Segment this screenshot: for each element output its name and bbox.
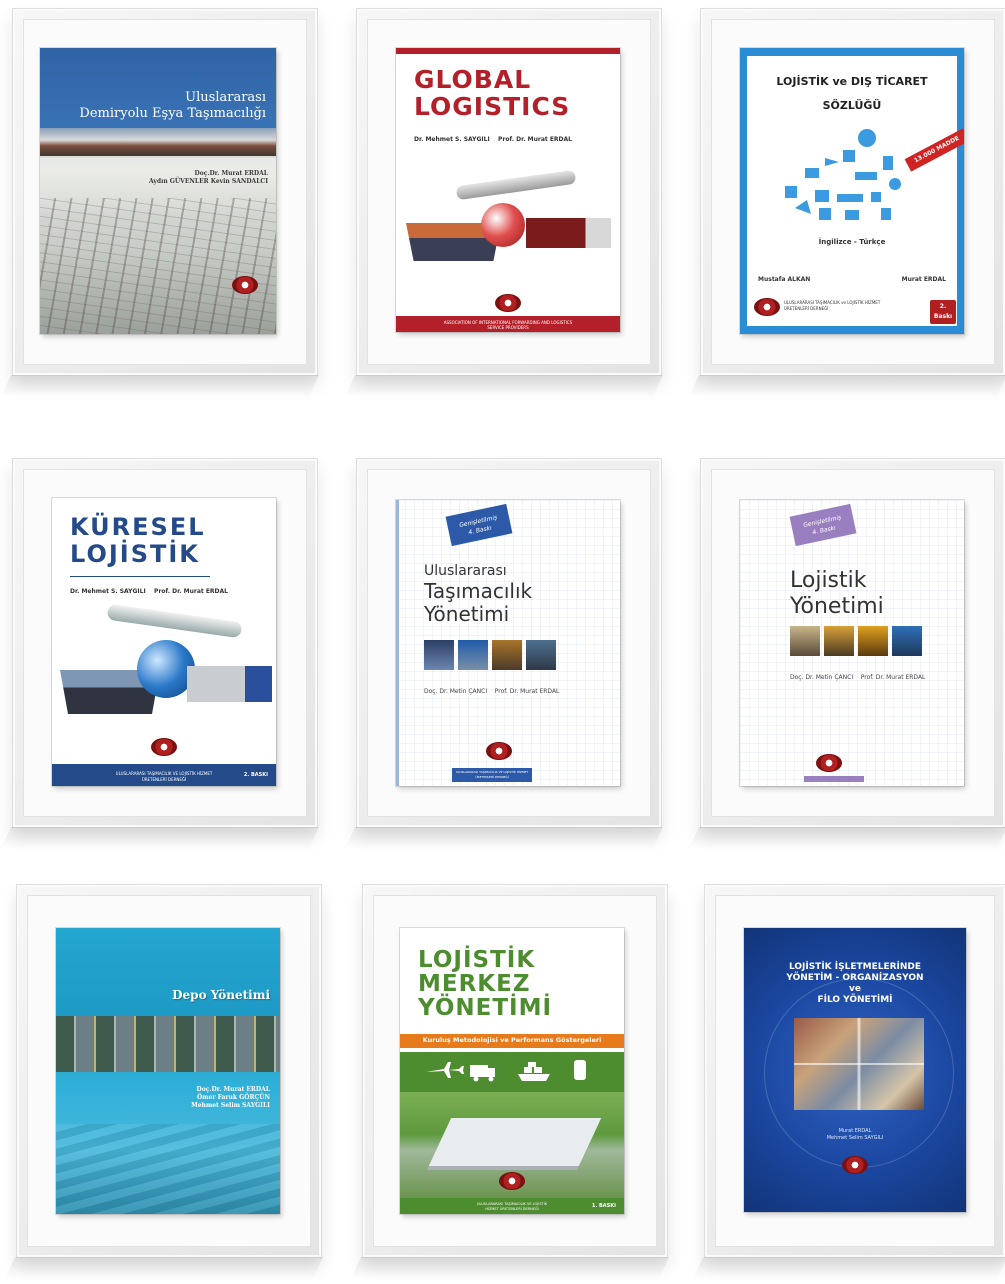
truck-image (526, 218, 611, 248)
book-title: GLOBAL LOGISTICS (414, 65, 571, 121)
book-publisher: ULUSLARARASI TAŞIMACILIK ve LOJİSTİK HİZ… (784, 300, 881, 311)
book-authors: Dr. Mehmet S. SAYGILI Prof. Dr. Murat ER… (70, 588, 229, 595)
edition-badge: 2. Baskı (930, 300, 956, 324)
book-cover-global-logistics[interactable]: GLOBAL LOGISTICS Dr. Mehmet S. SAYGILI P… (396, 48, 620, 332)
book-title: Uluslararası Demiryolu Eşya Taşımacılığı (79, 90, 266, 121)
ship-icon (518, 1074, 550, 1081)
photo-strip (790, 626, 922, 656)
book-cover-tasimacilik-yonetimi[interactable]: Genişletilmiş 4. Baskı Uluslararası Taşı… (396, 500, 620, 786)
airplane-icon (426, 1062, 464, 1078)
airplane-image (106, 603, 243, 639)
utikad-logo (499, 1172, 525, 1190)
utikad-logo (754, 298, 780, 316)
warehouse-floor-image (56, 1124, 280, 1214)
edition-label: 2. BASKI (243, 772, 268, 778)
truck-icon (470, 1065, 488, 1077)
warehouse-photo-strip (56, 1016, 280, 1072)
utikad-logo (232, 276, 258, 294)
edition-tag: Genişletilmiş 4. Baskı (789, 503, 857, 547)
warehouse-building-image (428, 1118, 602, 1166)
book-publisher: ULUSLARARASI TAŞIMACILIK VE LOJİSTİK HİZ… (476, 1202, 548, 1211)
book-footer: ASSOCIATION OF INTERNATIONAL FORWARDING … (443, 320, 573, 330)
book-title: Depo Yönetimi (172, 988, 270, 1002)
book-authors: Mustafa ALKAN Murat ERDAL (758, 276, 946, 283)
fleet-photo-collage (794, 1018, 924, 1110)
railway-tracks-photo (40, 198, 276, 334)
book-subtitle: Kuruluş Metodolojisi ve Performans Göste… (422, 1036, 602, 1044)
book-authors: Doç. Dr. Metin ÇANCI Prof. Dr. Murat ERD… (790, 674, 926, 681)
book-cover-lojistik-yonetimi[interactable]: Genişletilmiş 4. Baskı Lojistik Yönetimi… (740, 500, 964, 786)
book-cover-demiryolu[interactable]: Uluslararası Demiryolu Eşya Taşımacılığı… (40, 48, 276, 334)
utikad-logo (151, 738, 177, 756)
book-publisher: ULUSLARARASI TAŞIMACILIK VE LOJİSTİK HİZ… (452, 768, 532, 782)
book-authors: Doç.Dr. Murat ERDAL Aydın GÜVENLER Kevin… (148, 170, 268, 185)
book-title: KÜRESEL LOJİSTİK (70, 513, 206, 568)
book-cover-kuresel-lojistik[interactable]: KÜRESEL LOJİSTİK Dr. Mehmet S. SAYGILI P… (52, 498, 276, 786)
globe-image (481, 203, 525, 247)
photo-strip (424, 640, 556, 670)
book-subtitle: İngilizce - Türkçe (818, 238, 886, 246)
utikad-logo (486, 742, 512, 760)
book-title: LOJİSTİK MERKEZ YÖNETİMİ (418, 947, 553, 1021)
book-cover-lojistik-merkez[interactable]: LOJİSTİK MERKEZ YÖNETİMİ Kuruluş Metodol… (400, 928, 624, 1214)
book-title: Lojistik Yönetimi (790, 568, 884, 619)
logistics-icons-illustration (785, 129, 901, 220)
book-title: LOJİSTİK ve DIŞ TİCARET SÖZLÜĞÜ (776, 75, 928, 112)
train-photo (40, 128, 276, 158)
utikad-logo (816, 754, 842, 772)
utikad-logo (842, 1156, 868, 1174)
transport-icons-bar (400, 1052, 624, 1092)
book-authors: Doç.Dr. Murat ERDAL Ömer Faruk GÖRÇÜN Me… (191, 1086, 270, 1109)
book-title: Uluslararası Taşımacılık Yönetimi (424, 563, 533, 626)
train-icon (574, 1060, 586, 1080)
book-cover-filo-yonetimi[interactable]: LOJİSTİK İŞLETMELERİNDE YÖNETİM - ORGANİ… (744, 928, 966, 1212)
airplane-image (455, 169, 577, 201)
book-publisher: ULUSLARARASI TAŞIMACILIK VE LOJİSTİK HİZ… (115, 771, 213, 782)
book-cover-depo-yonetimi[interactable]: Depo Yönetimi Doç.Dr. Murat ERDAL Ömer F… (56, 928, 280, 1214)
book-cover-sozluk[interactable]: LOJİSTİK ve DIŞ TİCARET SÖZLÜĞÜ 13.000 M… (740, 48, 964, 334)
edition-label: 1. BASKI (591, 1203, 616, 1209)
book-authors: Doç. Dr. Metin ÇANCI Prof. Dr. Murat ERD… (424, 688, 560, 695)
book-authors: Murat ERDAL Mehmet Selim SAYGILI (826, 1128, 884, 1141)
edition-tag: Genişletilmiş 4. Baskı (445, 503, 513, 547)
utikad-logo (495, 294, 521, 312)
truck-image (187, 666, 272, 702)
book-title: LOJİSTİK İŞLETMELERİNDE YÖNETİM - ORGANİ… (786, 962, 924, 1005)
book-authors: Dr. Mehmet S. SAYGILI Prof. Dr. Murat ER… (414, 136, 573, 143)
